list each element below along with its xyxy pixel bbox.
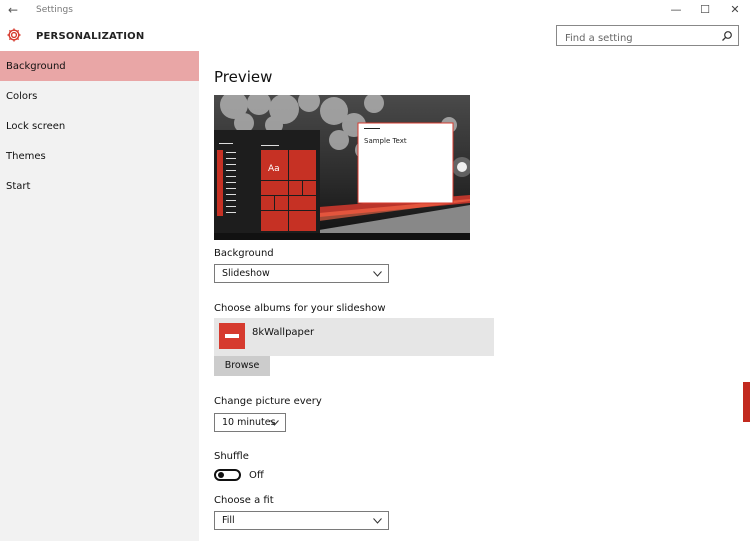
shuffle-toggle[interactable] xyxy=(214,469,241,481)
change-picture-dropdown[interactable]: 10 minutes xyxy=(214,413,286,432)
background-dropdown[interactable]: Slideshow xyxy=(214,264,389,283)
page-title: PERSONALIZATION xyxy=(36,31,145,42)
sidebar-item-label: Themes xyxy=(6,151,46,162)
change-picture-label: Change picture every xyxy=(214,396,322,407)
sample-text: Sample Text xyxy=(364,137,407,145)
chevron-down-icon xyxy=(270,420,279,426)
background-label: Background xyxy=(214,248,274,259)
browse-button[interactable]: Browse xyxy=(214,356,270,376)
albums-label: Choose albums for your slideshow xyxy=(214,303,386,314)
background-edge xyxy=(743,382,750,422)
sidebar: Background Colors Lock screen Themes Sta… xyxy=(0,51,199,541)
album-icon xyxy=(219,323,245,349)
album-name: 8kWallpaper xyxy=(252,327,315,338)
fit-label: Choose a fit xyxy=(214,495,274,506)
main-content: Preview Aa Sample Text Background Slides… xyxy=(199,51,750,541)
toggle-knob xyxy=(218,472,224,478)
gear-icon xyxy=(7,28,21,42)
sidebar-item-label: Start xyxy=(6,181,31,192)
sidebar-item-label: Colors xyxy=(6,91,38,102)
sidebar-item-label: Background xyxy=(6,61,66,72)
sidebar-item-themes[interactable]: Themes xyxy=(0,141,199,171)
fit-dropdown-value: Fill xyxy=(222,515,235,526)
title-bar: ← Settings — ☐ ✕ xyxy=(0,0,750,22)
background-preview: Aa Sample Text xyxy=(214,95,470,240)
sidebar-item-label: Lock screen xyxy=(6,121,66,132)
minimize-button[interactable]: — xyxy=(666,3,686,16)
close-button[interactable]: ✕ xyxy=(725,3,745,16)
chevron-down-icon xyxy=(373,271,382,277)
album-item[interactable]: 8kWallpaper xyxy=(214,318,494,356)
maximize-button[interactable]: ☐ xyxy=(695,3,715,16)
search-box[interactable] xyxy=(556,25,739,48)
app-title: Settings xyxy=(36,5,73,15)
sidebar-item-colors[interactable]: Colors xyxy=(0,81,199,111)
fit-dropdown[interactable]: Fill xyxy=(214,511,389,530)
sidebar-item-background[interactable]: Background xyxy=(0,51,199,81)
chevron-down-icon xyxy=(373,518,382,524)
change-picture-value: 10 minutes xyxy=(222,417,276,428)
sidebar-item-lock-screen[interactable]: Lock screen xyxy=(0,111,199,141)
tile-text: Aa xyxy=(268,164,280,174)
page-header: PERSONALIZATION xyxy=(0,22,750,51)
search-icon[interactable] xyxy=(721,30,733,42)
back-arrow-icon[interactable]: ← xyxy=(8,3,18,17)
background-dropdown-value: Slideshow xyxy=(222,268,270,279)
preview-image xyxy=(214,95,470,240)
sidebar-item-start[interactable]: Start xyxy=(0,171,199,201)
shuffle-state: Off xyxy=(249,470,264,481)
preview-heading: Preview xyxy=(214,68,273,86)
search-input[interactable] xyxy=(563,29,717,48)
shuffle-label: Shuffle xyxy=(214,451,249,462)
